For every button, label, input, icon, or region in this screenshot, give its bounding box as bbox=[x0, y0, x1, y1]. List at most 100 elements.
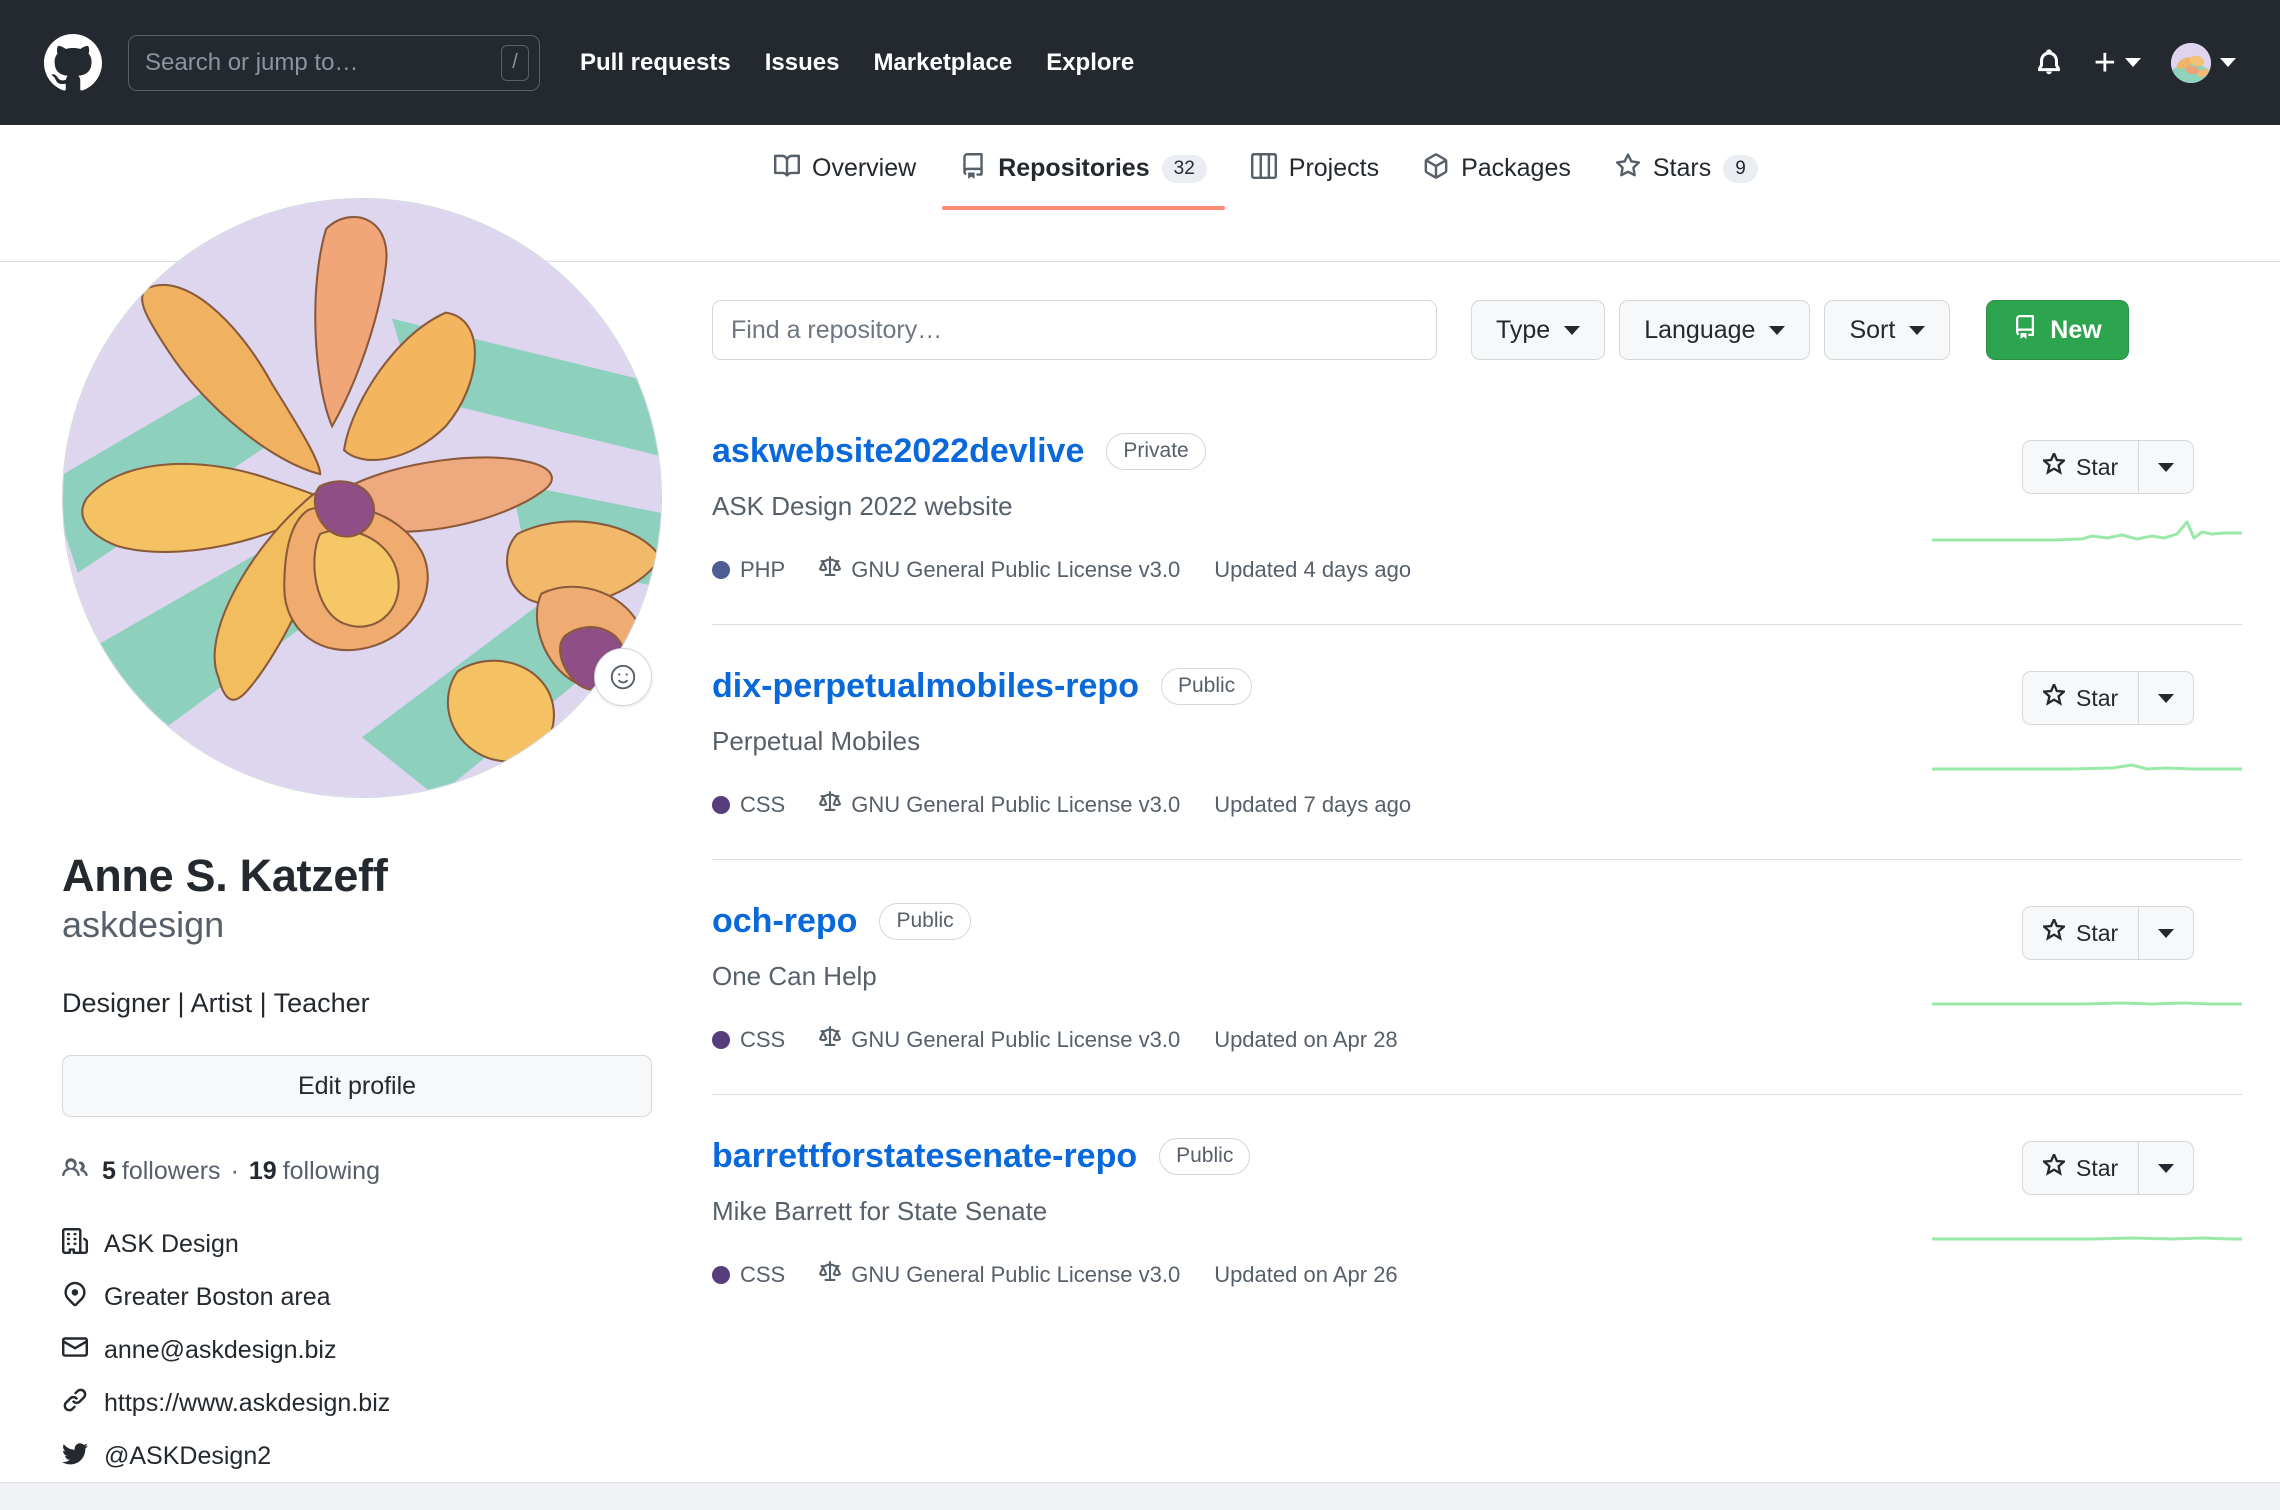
repo-updated: Updated 7 days ago bbox=[1214, 792, 1412, 817]
bell-icon[interactable] bbox=[2034, 48, 2064, 78]
detail-email-text[interactable]: anne@askdesign.biz bbox=[104, 1336, 336, 1365]
repo-name-link[interactable]: barrettforstatesenate-repo bbox=[712, 1137, 1137, 1176]
repo-actions: Star bbox=[2022, 440, 2242, 494]
followers-count[interactable]: 5 bbox=[102, 1157, 116, 1186]
detail-twitter-text[interactable]: @ASKDesign2 bbox=[104, 1442, 271, 1471]
chevron-down-icon bbox=[1909, 325, 1926, 335]
chevron-down-icon bbox=[2158, 1163, 2175, 1173]
new-repository-button[interactable]: New bbox=[1986, 300, 2129, 360]
star-options-button[interactable] bbox=[2138, 1141, 2195, 1195]
star-button[interactable]: Star bbox=[2022, 906, 2139, 960]
user-menu[interactable] bbox=[2171, 42, 2236, 83]
repo-name-link[interactable]: och-repo bbox=[712, 902, 857, 941]
repo-name-link[interactable]: dix-perpetualmobiles-repo bbox=[712, 667, 1139, 706]
star-options-button[interactable] bbox=[2138, 440, 2195, 494]
star-button-group: Star bbox=[2022, 440, 2242, 494]
star-button-label: Star bbox=[2076, 684, 2119, 711]
detail-email[interactable]: anne@askdesign.biz bbox=[62, 1334, 662, 1367]
edit-profile-button[interactable]: Edit profile bbox=[62, 1055, 652, 1117]
profile-bio: Designer | Artist | Teacher bbox=[62, 988, 370, 1018]
tab-stars[interactable]: Stars 9 bbox=[1593, 153, 1780, 210]
tab-projects[interactable]: Projects bbox=[1229, 153, 1401, 210]
new-repository-label: New bbox=[2050, 315, 2102, 344]
global-header: Search or jump to… / Pull requests Issue… bbox=[0, 0, 2280, 125]
repository-item: dix-perpetualmobiles-repo Public Perpetu… bbox=[712, 624, 2242, 859]
tab-packages[interactable]: Packages bbox=[1401, 153, 1593, 210]
profile-avatar[interactable] bbox=[62, 198, 662, 798]
star-button[interactable]: Star bbox=[2022, 1141, 2139, 1195]
tab-repositories-label: Repositories bbox=[998, 154, 1150, 182]
repository-list: askwebsite2022devlive Private ASK Design… bbox=[712, 394, 2242, 1329]
repo-language: PHP bbox=[712, 557, 785, 583]
repo-activity-sparkline bbox=[1932, 512, 2242, 548]
repository-item: barrettforstatesenate-repo Public Mike B… bbox=[712, 1094, 2242, 1329]
following-label[interactable]: following bbox=[283, 1157, 380, 1186]
search-input[interactable]: Search or jump to… bbox=[145, 50, 358, 75]
repo-language-label: CSS bbox=[740, 792, 786, 817]
chevron-down-icon[interactable] bbox=[2125, 58, 2141, 67]
star-icon bbox=[1615, 153, 1641, 184]
repo-actions: Star bbox=[2022, 1141, 2242, 1195]
repo-icon bbox=[960, 153, 986, 184]
chevron-down-icon bbox=[1769, 325, 1786, 335]
repo-name-link[interactable]: askwebsite2022devlive bbox=[712, 432, 1084, 471]
followers-label[interactable]: followers bbox=[122, 1157, 221, 1186]
following-count[interactable]: 19 bbox=[249, 1157, 277, 1186]
repo-header: barrettforstatesenate-repo Public bbox=[712, 1137, 2242, 1176]
repo-metadata: PHP GNU General Public License v3.0 Upda… bbox=[712, 556, 2242, 584]
repo-icon bbox=[2013, 314, 2037, 346]
mail-icon bbox=[62, 1334, 88, 1367]
sort-filter-button[interactable]: Sort bbox=[1824, 300, 1951, 360]
detail-website[interactable]: https://www.askdesign.biz bbox=[62, 1387, 662, 1420]
detail-website-text[interactable]: https://www.askdesign.biz bbox=[104, 1389, 390, 1418]
nav-pull-requests[interactable]: Pull requests bbox=[580, 49, 731, 77]
tab-overview[interactable]: Overview bbox=[752, 153, 938, 210]
detail-organization: ASK Design bbox=[62, 1228, 662, 1261]
chevron-down-icon[interactable] bbox=[2220, 58, 2236, 67]
search-shortcut-badge: / bbox=[501, 44, 529, 81]
find-repository-input[interactable] bbox=[712, 300, 1437, 360]
nav-explore[interactable]: Explore bbox=[1046, 49, 1134, 77]
detail-twitter[interactable]: @ASKDesign2 bbox=[62, 1440, 662, 1473]
tab-repositories-count: 32 bbox=[1161, 154, 1207, 183]
followers-following: 5 followers · 19 following bbox=[62, 1155, 662, 1188]
smiley-icon[interactable] bbox=[594, 648, 652, 706]
star-options-button[interactable] bbox=[2138, 906, 2195, 960]
browser-bottom-chrome bbox=[0, 1482, 2280, 1510]
tab-stars-count: 9 bbox=[1723, 154, 1758, 183]
create-new-menu[interactable]: + bbox=[2094, 44, 2141, 82]
twitter-icon bbox=[62, 1440, 88, 1473]
tab-overview-label: Overview bbox=[812, 154, 917, 182]
star-button[interactable]: Star bbox=[2022, 440, 2139, 494]
repo-language: CSS bbox=[712, 1262, 785, 1288]
star-options-button[interactable] bbox=[2138, 671, 2195, 725]
repository-item: och-repo Public One Can Help CSS GNU Gen… bbox=[712, 859, 2242, 1094]
star-button[interactable]: Star bbox=[2022, 671, 2139, 725]
book-icon bbox=[774, 153, 801, 184]
profile-tabs: Overview Repositories 32 Projects Packag… bbox=[752, 153, 1780, 210]
repo-license-label: GNU General Public License v3.0 bbox=[851, 1027, 1181, 1052]
profile-login: askdesign bbox=[62, 904, 225, 945]
language-filter-button[interactable]: Language bbox=[1619, 300, 1811, 360]
plus-icon[interactable]: + bbox=[2094, 44, 2116, 82]
global-nav: Pull requests Issues Marketplace Explore bbox=[580, 49, 1134, 77]
repo-metadata: CSS GNU General Public License v3.0 Upda… bbox=[712, 1261, 2242, 1289]
nav-issues[interactable]: Issues bbox=[765, 49, 840, 77]
star-button-group: Star bbox=[2022, 906, 2242, 960]
avatar[interactable] bbox=[2171, 42, 2211, 83]
github-logo-icon[interactable] bbox=[44, 33, 102, 92]
location-icon bbox=[62, 1281, 88, 1314]
repo-activity-sparkline bbox=[1932, 1213, 2242, 1249]
chevron-down-icon bbox=[2158, 928, 2175, 938]
law-icon bbox=[819, 1261, 842, 1289]
type-filter-button[interactable]: Type bbox=[1471, 300, 1606, 360]
law-icon bbox=[819, 791, 842, 819]
tab-repositories[interactable]: Repositories 32 bbox=[938, 153, 1229, 210]
repo-updated: Updated on Apr 26 bbox=[1214, 1262, 1398, 1287]
header-actions: + bbox=[2034, 42, 2236, 83]
global-search[interactable]: Search or jump to… / bbox=[128, 34, 540, 91]
repo-license: GNU General Public License v3.0 bbox=[819, 1261, 1180, 1289]
nav-marketplace[interactable]: Marketplace bbox=[873, 49, 1012, 77]
repo-updated: Updated 4 days ago bbox=[1214, 557, 1412, 582]
filter-buttons: Type Language Sort bbox=[1471, 300, 1951, 360]
